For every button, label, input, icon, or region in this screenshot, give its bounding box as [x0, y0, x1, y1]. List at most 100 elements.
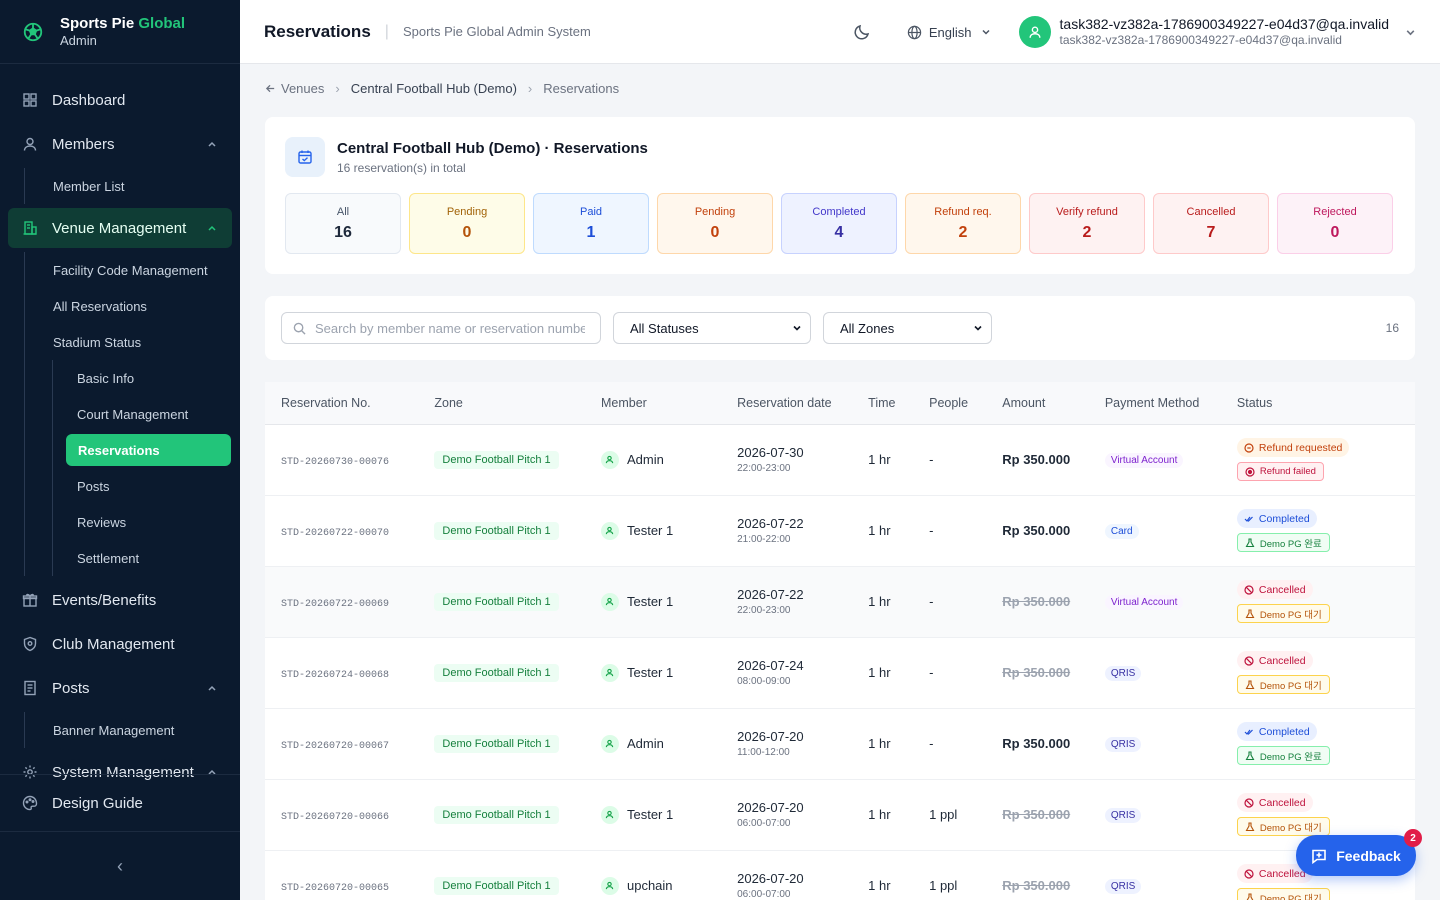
sidebar-item-settlement[interactable]: Settlement — [52, 540, 240, 576]
sidebar-item-design-guide[interactable]: Design Guide — [8, 783, 232, 823]
soccer-ball-icon — [23, 22, 43, 41]
chevron-up-icon — [208, 225, 216, 231]
breadcrumb-venues[interactable]: Venues — [265, 81, 324, 96]
reservation-number[interactable]: STD-20260722-00069 — [281, 599, 389, 610]
sidebar-item-facility-code[interactable]: Facility Code Management — [24, 252, 240, 288]
stat-label: Pending — [694, 206, 736, 218]
reservations-table: Reservation No. Zone Member Reservation dat… — [265, 382, 1415, 900]
table-row[interactable]: STD-20260720-00067 Demo Football Pitch 1 A… — [265, 708, 1415, 780]
search-input[interactable] — [315, 320, 585, 336]
stat-card[interactable]: Pending 0 — [657, 193, 773, 254]
stat-label: Pending — [446, 206, 488, 218]
reservation-date: 2026-07-20 — [737, 729, 804, 744]
breadcrumb-venue[interactable]: Central Football Hub (Demo) — [351, 81, 517, 96]
sidebar-item-reviews[interactable]: Reviews — [52, 504, 240, 540]
reservation-number[interactable]: STD-20260720-00067 — [281, 741, 389, 752]
sidebar-item-member-list[interactable]: Member List — [24, 168, 240, 204]
zone-select[interactable]: All Zones — [823, 312, 992, 344]
sidebar-item-members[interactable]: Members — [8, 124, 232, 164]
sidebar-item-venue-management[interactable]: Venue Management — [8, 208, 232, 248]
posts-submenu: Banner Management — [24, 712, 240, 748]
status-cell: Completed Demo PG 완료 — [1236, 722, 1415, 765]
people-count: - — [929, 523, 934, 538]
table-row[interactable]: STD-20260730-00076 Demo Football Pitch 1 A… — [265, 424, 1415, 496]
reservation-number[interactable]: STD-20260724-00068 — [281, 670, 389, 681]
double-check-icon — [1244, 729, 1253, 735]
reservation-date: 2026-07-20 — [737, 800, 804, 815]
page-subtitle: Sports Pie Global Admin System — [402, 24, 591, 39]
ban-icon — [1244, 868, 1254, 879]
status-badge: Completed — [1236, 509, 1317, 528]
status-cell: Cancelled Demo PG 대기 — [1236, 793, 1415, 836]
table-row[interactable]: STD-20260722-00069 Demo Football Pitch 1 T… — [265, 566, 1415, 638]
chevron-left-icon: ‹ — [117, 855, 123, 876]
chevron-down-icon — [974, 325, 982, 331]
user-menu[interactable]: task382-vz382a-1786900349227-e04d37@qa.i… — [1018, 16, 1416, 48]
stat-value: 2 — [958, 224, 968, 241]
member-avatar-icon — [600, 521, 619, 540]
payment-status-badge: Demo PG 대기 — [1236, 675, 1330, 694]
sidebar-item-club[interactable]: Club Management — [8, 624, 232, 664]
sidebar-item-dashboard[interactable]: Dashboard — [8, 80, 232, 120]
search-box[interactable] — [281, 312, 601, 344]
stat-card[interactable]: Completed 4 — [781, 193, 897, 254]
sidebar-collapse-button[interactable]: ‹ — [0, 831, 240, 900]
reservation-number[interactable]: STD-20260722-00070 — [281, 528, 389, 539]
table-row[interactable]: STD-20260722-00070 Demo Football Pitch 1 T… — [265, 495, 1415, 567]
stat-label: Completed — [812, 206, 866, 218]
sidebar-item-basic-info[interactable]: Basic Info — [52, 360, 240, 396]
ban-icon — [1244, 655, 1254, 666]
payment-method-badge: QRIS — [1104, 879, 1142, 894]
chevron-down-icon — [793, 325, 801, 331]
stat-card[interactable]: Verify refund 2 — [1029, 193, 1145, 254]
reservation-number[interactable]: STD-20260730-00076 — [281, 457, 389, 468]
breadcrumb-current: Reservations — [543, 80, 620, 96]
duration: 1 hr — [868, 807, 891, 822]
stat-card[interactable]: Paid 1 — [533, 193, 649, 254]
top-header: Reservations | Sports Pie Global Admin S… — [240, 0, 1440, 64]
table-row[interactable]: STD-20260720-00066 Demo Football Pitch 1 T… — [265, 779, 1415, 851]
stat-card[interactable]: Rejected 0 — [1277, 193, 1393, 254]
stat-card[interactable]: Refund req. 2 — [905, 193, 1021, 254]
stat-card[interactable]: Cancelled 7 — [1153, 193, 1269, 254]
dashboard-grid-icon — [23, 93, 37, 107]
brand[interactable]: Sports Pie Global Admin — [0, 0, 240, 64]
sidebar-item-reservations[interactable]: Reservations — [66, 434, 231, 466]
stat-card[interactable]: All 16 — [285, 193, 401, 254]
sidebar-item-label: Design Guide — [52, 794, 143, 812]
reservation-date: 2026-07-30 — [737, 445, 804, 460]
payment-method-badge: Virtual Account — [1104, 453, 1184, 468]
sidebar-item-posts-sub[interactable]: Posts — [52, 468, 240, 504]
search-icon — [293, 322, 306, 335]
reservation-number[interactable]: STD-20260720-00065 — [281, 883, 389, 894]
message-plus-icon — [1312, 849, 1327, 864]
member-cell: Tester 1 — [600, 521, 721, 540]
column-header: Status — [1220, 382, 1415, 425]
moon-icon[interactable] — [853, 23, 871, 41]
reservation-number[interactable]: STD-20260720-00066 — [281, 812, 389, 823]
status-badge: Completed — [1236, 722, 1317, 741]
stat-label: Refund req. — [934, 206, 992, 218]
duration: 1 hr — [868, 523, 891, 538]
calendar-icon — [285, 137, 325, 177]
status-cell: Cancelled Demo PG 대기 — [1236, 580, 1415, 623]
duration: 1 hr — [868, 736, 891, 751]
double-check-icon — [1244, 516, 1253, 522]
member-name: Admin — [626, 736, 664, 751]
status-select[interactable]: All Statuses — [613, 312, 811, 344]
table-row[interactable]: STD-20260720-00065 Demo Football Pitch 1 u… — [265, 850, 1415, 900]
sidebar-item-events[interactable]: Events/Benefits — [8, 580, 232, 620]
stat-label: Rejected — [1313, 206, 1357, 218]
sidebar-item-all-reservations[interactable]: All Reservations — [24, 288, 240, 324]
feedback-button[interactable]: Feedback — [1296, 835, 1416, 876]
sidebar-item-banner[interactable]: Banner Management — [24, 712, 240, 748]
chevron-down-icon — [982, 29, 990, 35]
sidebar-item-posts[interactable]: Posts — [8, 668, 232, 708]
amount: Rp 350.000 — [1002, 452, 1071, 467]
table-row[interactable]: STD-20260724-00068 Demo Football Pitch 1 T… — [265, 637, 1415, 709]
sidebar-item-court-management[interactable]: Court Management — [52, 396, 240, 432]
sidebar-item-stadium-status[interactable]: Stadium Status — [24, 324, 240, 360]
language-selector[interactable]: English — [907, 25, 991, 40]
stat-card[interactable]: Pending 0 — [409, 193, 525, 254]
stat-value: 4 — [834, 224, 844, 241]
